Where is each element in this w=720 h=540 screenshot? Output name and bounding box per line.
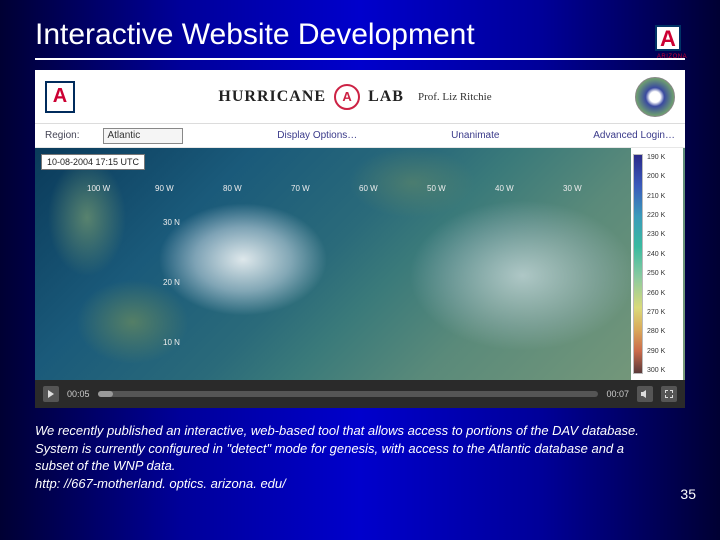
elapsed-time: 00:05 bbox=[67, 389, 90, 399]
cb-tick: 230 K bbox=[647, 231, 665, 238]
lon-tick: 100 W bbox=[87, 184, 110, 193]
lon-tick: 80 W bbox=[223, 184, 242, 193]
hurricane-swirl-icon: A bbox=[334, 84, 360, 110]
cb-tick: 210 K bbox=[647, 193, 665, 200]
lon-tick: 50 W bbox=[427, 184, 446, 193]
colorbar-ticks: 190 K 200 K 210 K 220 K 230 K 240 K 250 … bbox=[643, 154, 665, 374]
colorbar-gradient-icon bbox=[633, 154, 643, 374]
region-label: Region: bbox=[45, 130, 79, 141]
fullscreen-icon bbox=[665, 390, 673, 398]
volume-icon bbox=[641, 390, 649, 398]
scrubber[interactable] bbox=[98, 391, 599, 397]
ua-a-icon: A bbox=[45, 81, 75, 113]
video-player-bar: 00:05 00:07 bbox=[35, 380, 685, 408]
cb-tick: 200 K bbox=[647, 173, 665, 180]
cb-tick: 300 K bbox=[647, 367, 665, 374]
lon-tick: 90 W bbox=[155, 184, 174, 193]
cb-tick: 280 K bbox=[647, 328, 665, 335]
cb-tick: 270 K bbox=[647, 309, 665, 316]
ua-arizona-text: ARIZONA bbox=[655, 54, 689, 60]
lon-tick: 70 W bbox=[291, 184, 310, 193]
cb-tick: 250 K bbox=[647, 270, 665, 277]
cb-tick: 290 K bbox=[647, 348, 665, 355]
lon-tick: 40 W bbox=[495, 184, 514, 193]
colorbar: 190 K 200 K 210 K 220 K 230 K 240 K 250 … bbox=[631, 148, 683, 380]
timestamp-badge: 10-08-2004 17:15 UTC bbox=[41, 154, 145, 170]
ua-a-icon: A bbox=[655, 25, 681, 51]
fullscreen-button[interactable] bbox=[661, 386, 677, 402]
embedded-app: A HURRICANE A LAB Prof. Liz Ritchie Regi… bbox=[35, 70, 685, 408]
lat-tick: 20 N bbox=[163, 278, 180, 287]
lon-tick: 60 W bbox=[359, 184, 378, 193]
play-button[interactable] bbox=[43, 386, 59, 402]
unanimate-button[interactable]: Unanimate bbox=[451, 130, 499, 141]
lab-title: HURRICANE A LAB Prof. Liz Ritchie bbox=[87, 84, 623, 110]
cb-tick: 220 K bbox=[647, 212, 665, 219]
play-icon bbox=[47, 390, 55, 398]
lab-word-2: LAB bbox=[368, 88, 404, 106]
agency-seal-icon bbox=[635, 77, 675, 117]
advanced-login-menu[interactable]: Advanced Login… bbox=[593, 130, 675, 141]
caption-text: We recently published an interactive, we… bbox=[35, 422, 685, 492]
app-header: A HURRICANE A LAB Prof. Liz Ritchie bbox=[35, 70, 685, 124]
display-options-menu[interactable]: Display Options… bbox=[277, 130, 357, 141]
region-select[interactable] bbox=[103, 128, 183, 144]
lat-tick: 30 N bbox=[163, 218, 180, 227]
toolbar: Region: Display Options… Unanimate Advan… bbox=[35, 124, 685, 148]
prof-name: Prof. Liz Ritchie bbox=[418, 91, 492, 103]
lat-tick: 10 N bbox=[163, 338, 180, 347]
page-number: 35 bbox=[680, 486, 696, 502]
lon-tick: 30 W bbox=[563, 184, 582, 193]
title-text: Interactive Website Development bbox=[35, 18, 475, 51]
cb-tick: 190 K bbox=[647, 154, 665, 161]
cb-tick: 240 K bbox=[647, 251, 665, 258]
ua-logo: A ARIZONA bbox=[655, 20, 689, 58]
lab-word-1: HURRICANE bbox=[218, 88, 326, 106]
total-time: 00:07 bbox=[606, 389, 629, 399]
volume-button[interactable] bbox=[637, 386, 653, 402]
cb-tick: 260 K bbox=[647, 290, 665, 297]
slide-title: Interactive Website Development A ARIZON… bbox=[35, 18, 685, 60]
satellite-map[interactable]: 10-08-2004 17:15 UTC 100 W 90 W 80 W 70 … bbox=[35, 148, 685, 380]
